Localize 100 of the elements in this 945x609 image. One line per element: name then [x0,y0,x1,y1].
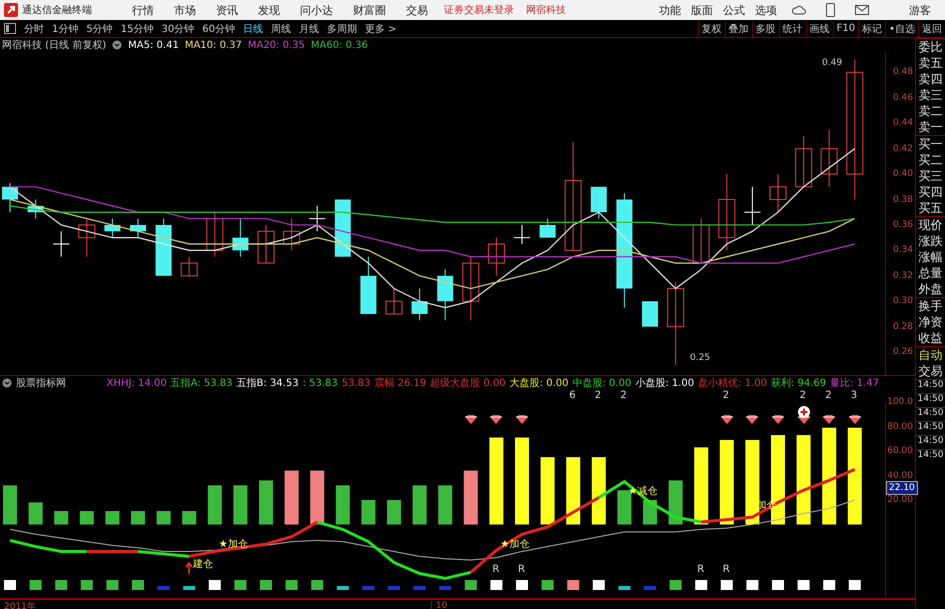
price-tick: 0.40 [892,168,913,180]
menu-item[interactable]: 问小达 [290,2,343,18]
signal-square [464,580,477,590]
toolbar-button[interactable]: •自选 [885,20,918,36]
signal-count: 2 [594,390,602,401]
indicator-value: 五指B: 34.53 [236,376,299,390]
menu-item[interactable]: 交易 [396,2,438,18]
date-label: 10 [430,601,448,609]
period-tab[interactable]: 月线 [294,20,323,36]
price-tick: 0.32 [892,270,913,282]
quote-field-label[interactable]: 买二 [916,152,945,168]
toolbar-button[interactable]: 统计 [778,20,806,36]
quote-field-label[interactable]: 涨幅 [916,249,945,265]
quote-field-label[interactable]: 买一 [916,135,945,152]
quote-field-label[interactable]: 净资 [916,314,945,330]
period-tab[interactable]: 更多 > [360,20,401,36]
toolbar-button[interactable]: 多股 [752,20,779,36]
signal-square [80,580,93,590]
quote-field-label[interactable]: 收益 [916,330,945,346]
signal-square [516,580,528,590]
price-tick: 0.48 [892,66,913,78]
toolbar-button[interactable]: 返回 [918,20,945,36]
period-tab[interactable]: 15分钟 [116,20,158,36]
gem-icon [823,415,836,424]
gem-icon [746,415,758,424]
quote-field-label[interactable]: 卖二 [916,103,945,119]
trade-time: 14:50 [916,393,945,407]
period-tab[interactable]: 5分钟 [82,20,117,36]
menu-item[interactable]: 发现 [248,2,290,18]
gem-icon [490,415,502,424]
menu-item[interactable]: 行情 [122,2,164,18]
quote-field-label[interactable]: 买三 [916,168,945,184]
settings-icon[interactable] [2,378,12,388]
mail-icon[interactable] [855,5,869,15]
toolbar-button[interactable]: F10 [832,20,858,36]
period-tab[interactable]: 日线 [238,20,267,36]
indicator-tick: 20.00 [887,494,913,506]
quote-field-label[interactable]: 外盘 [916,281,945,297]
quote-field-label[interactable]: 自动 [916,346,945,363]
quote-field-label[interactable]: 换手 [916,297,945,314]
r-mark: R [697,564,704,575]
period-tab[interactable]: 分时 [20,20,48,36]
indicator-value: 超级大盘股 0.00 [430,376,506,390]
signal-label: 建仓 [193,558,214,571]
quote-field-label[interactable]: 买四 [916,184,945,200]
period-tab[interactable]: 60分钟 [198,20,239,36]
toolbar-button[interactable]: 画线 [806,20,833,36]
period-tab[interactable]: 30分钟 [157,20,198,36]
menu-item[interactable]: 财富圈 [343,2,396,18]
menu-item[interactable]: 版面 [686,2,718,18]
indicator-value: 震幅 26.19 [374,377,426,390]
quote-field-label[interactable]: 卖一 [916,119,945,135]
menu-item[interactable]: 选项 [750,2,782,18]
quote-field-label[interactable]: 交易 [916,363,945,379]
panel-toggle-icon[interactable] [4,23,16,34]
signal-square [362,586,374,590]
indicator-value: 大盘股: 0.00 [510,376,568,390]
signal-square [592,580,605,590]
indicator-value: 中盘股: 0.00 [572,376,632,390]
menu-item[interactable]: 公式 [718,2,750,18]
cloud-icon[interactable] [792,4,806,16]
signal-square [208,580,221,590]
ma-value: MA60: 0.36 [310,40,368,50]
quote-field-label[interactable]: 买五 [916,200,945,216]
settings-icon[interactable] [112,40,122,50]
toolbar-button[interactable]: 复权 [698,20,725,36]
menu-item[interactable]: 资讯 [206,2,248,18]
r-mark: R [722,564,730,575]
ma-value: MA5: 0.41 [128,40,179,50]
app-title: 通达信金融终端 [22,4,92,17]
signal-square [772,580,784,590]
notice-text[interactable]: 网宿科技 [520,3,572,17]
gem-icon [464,415,477,424]
notice-text[interactable]: 证券交易未登录 [438,3,520,17]
low-price-label: 0.25 [690,353,710,363]
menu-item[interactable]: 市场 [164,2,206,18]
signal-square [695,580,708,590]
quote-field-label[interactable]: 卖五 [916,55,945,71]
indicator-value: XHHJ: 14.00 [106,378,167,388]
trade-time: 14:50 [916,379,945,393]
quote-field-label[interactable]: 卖三 [916,87,945,103]
user-label[interactable]: 游客 [899,2,941,18]
toolbar-button[interactable]: 标记 [858,20,886,36]
toolbar-button[interactable]: 叠加 [724,20,752,36]
period-tab[interactable]: 周线 [266,20,295,36]
phone-icon[interactable] [826,3,835,17]
quote-field-label[interactable]: 总量 [916,265,945,281]
quote-field-label[interactable]: 涨跌 [916,233,945,249]
quote-field-label[interactable]: 卖四 [916,71,945,87]
signal-count: 2 [800,390,806,401]
quote-field-label[interactable]: 委比 [916,38,945,55]
quote-field-label[interactable]: 现价 [916,216,945,233]
trade-time: 14:50 [916,435,945,449]
indicator-tick: 40.00 [887,470,913,482]
period-tab[interactable]: 多周期 [322,20,361,36]
period-tab[interactable]: 1分钟 [48,20,82,36]
indicator-value: 盘小精优: 1.00 [698,376,767,390]
indicator-value: 获利: 94.69 [770,376,826,390]
indicator-value: 量比: 1.47 [830,376,879,390]
menu-item[interactable]: 功能 [654,2,686,18]
